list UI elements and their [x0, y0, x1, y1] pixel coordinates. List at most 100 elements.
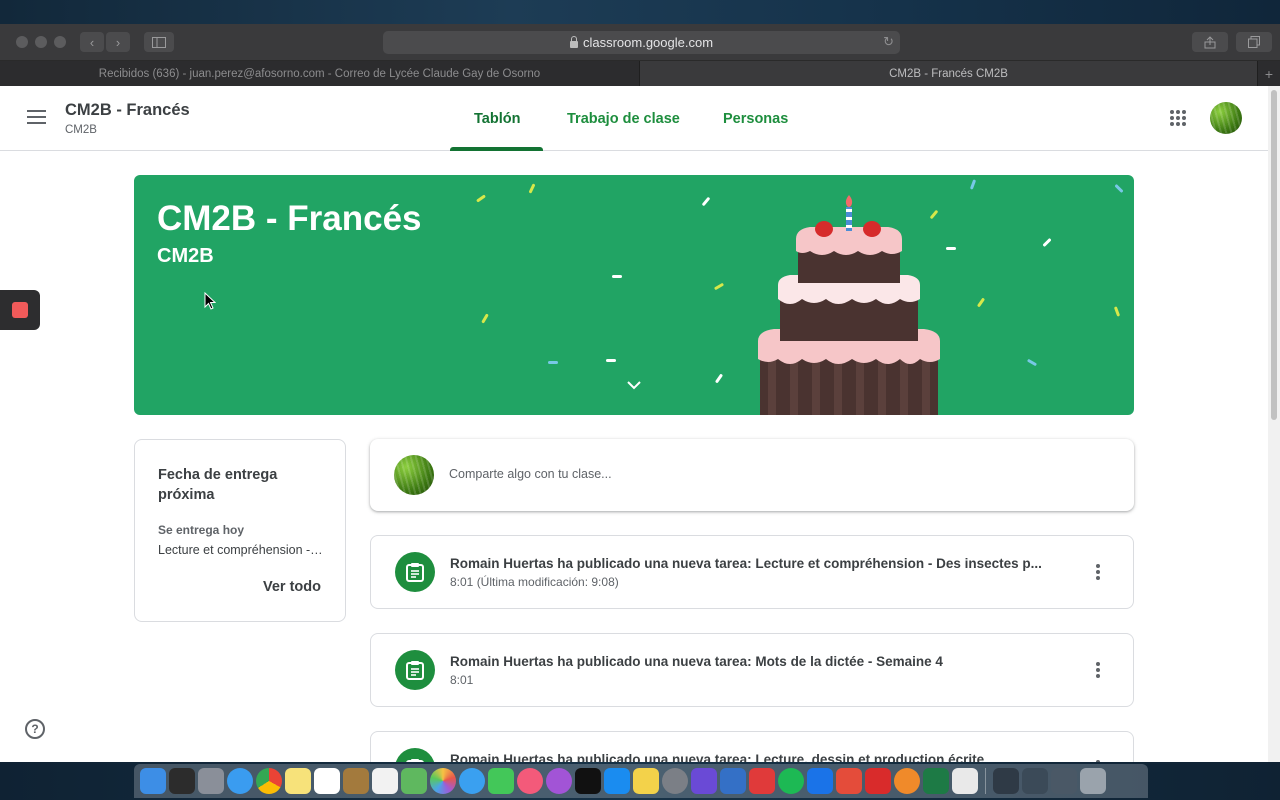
class-section: CM2B	[65, 124, 97, 136]
screenshots-stack-icon[interactable]	[1051, 768, 1077, 794]
firefox-icon[interactable]	[894, 768, 920, 794]
app-store-icon[interactable]	[604, 768, 630, 794]
main-menu-button[interactable]	[27, 110, 46, 124]
address-bar[interactable]: classroom.google.com ↻	[383, 31, 900, 54]
activity-monitor-icon[interactable]	[169, 768, 195, 794]
browser-tab-gmail[interactable]: Recibidos (636) - juan.perez@afosorno.co…	[0, 61, 640, 86]
new-tab-button[interactable]: +	[1258, 61, 1280, 86]
forward-button[interactable]: ›	[106, 32, 130, 52]
class-banner: CM2B - Francés CM2B	[134, 175, 1134, 415]
sidebar-toggle-button[interactable]	[144, 32, 174, 52]
desktop-top	[0, 0, 1280, 24]
confetti	[548, 361, 558, 364]
safari-icon[interactable]	[227, 768, 253, 794]
assignment-icon	[395, 748, 435, 762]
browser-tab-classroom[interactable]: CM2B - Francés CM2B	[640, 61, 1258, 86]
chrome-icon[interactable]	[256, 768, 282, 794]
stream-post[interactable]: Romain Huertas ha publicado una nueva ta…	[370, 633, 1134, 707]
facetime-icon[interactable]	[488, 768, 514, 794]
classroom-app: CM2B - Francés CM2B Tablón Trabajo de cl…	[0, 86, 1268, 762]
confetti	[612, 275, 622, 278]
reload-icon[interactable]: ↻	[883, 34, 894, 50]
confetti	[976, 297, 986, 308]
notebook-icon[interactable]	[343, 768, 369, 794]
browser-titlebar: ‹ › classroom.google.com ↻	[0, 24, 1280, 61]
sidebar-icon	[152, 36, 166, 48]
share-placeholder: Comparte algo con tu clase...	[449, 467, 612, 481]
reminders-icon[interactable]	[372, 768, 398, 794]
maps-icon[interactable]	[401, 768, 427, 794]
help-icon[interactable]: ?	[25, 719, 45, 739]
excel-icon[interactable]	[923, 768, 949, 794]
dock-separator	[985, 768, 986, 794]
post-time: 8:01 (Última modificación: 9:08)	[450, 575, 619, 589]
tab-people[interactable]: Personas	[723, 111, 788, 127]
upcoming-due-label: Se entrega hoy	[158, 523, 245, 537]
finder-icon[interactable]	[140, 768, 166, 794]
menu-icon-bar	[27, 116, 46, 118]
upcoming-card: Fecha de entrega próxima Se entrega hoy …	[134, 439, 346, 622]
spotify-icon[interactable]	[778, 768, 804, 794]
minimize-window-button[interactable]	[35, 36, 47, 48]
system-preferences-icon[interactable]	[662, 768, 688, 794]
confetti	[701, 196, 711, 207]
confetti	[714, 373, 724, 384]
upcoming-assignment-link[interactable]: Lecture et compréhension - Des insectes …	[158, 543, 323, 557]
post-title[interactable]: Romain Huertas ha publicado una nueva ta…	[450, 654, 1070, 669]
apple-tv-icon[interactable]	[575, 768, 601, 794]
confetti	[1026, 358, 1038, 367]
confetti	[713, 282, 725, 291]
stream-post[interactable]: Romain Huertas ha publicado una nueva ta…	[370, 535, 1134, 609]
notes-icon[interactable]	[285, 768, 311, 794]
stop-recording-button[interactable]	[0, 290, 40, 330]
post-title[interactable]: Romain Huertas ha publicado una nueva ta…	[450, 752, 1070, 762]
documents-stack-icon[interactable]	[1022, 768, 1048, 794]
pen-app-icon[interactable]	[691, 768, 717, 794]
music-icon[interactable]	[517, 768, 543, 794]
stream-post[interactable]: Romain Huertas ha publicado una nueva ta…	[370, 731, 1134, 762]
tab-classwork[interactable]: Trabajo de clase	[567, 111, 680, 127]
zoom-window-button[interactable]	[54, 36, 66, 48]
assignment-icon	[395, 552, 435, 592]
calendar-icon[interactable]	[314, 768, 340, 794]
anydesk-icon[interactable]	[836, 768, 862, 794]
back-button[interactable]: ‹	[80, 32, 104, 52]
crossover-icon[interactable]	[749, 768, 775, 794]
birthday-cake-illustration	[758, 195, 940, 415]
user-avatar	[394, 455, 434, 495]
post-time: 8:01	[450, 673, 474, 687]
close-window-button[interactable]	[16, 36, 28, 48]
share-with-class-box[interactable]: Comparte algo con tu clase...	[370, 439, 1134, 511]
confetti	[1114, 183, 1124, 194]
confetti	[1042, 237, 1052, 248]
launchpad-icon[interactable]	[198, 768, 224, 794]
share-button[interactable]	[1192, 32, 1228, 52]
view-all-link[interactable]: Ver todo	[263, 579, 321, 595]
trash-icon[interactable]	[1080, 768, 1106, 794]
banner-title[interactable]: CM2B - Francés	[157, 199, 422, 239]
post-title[interactable]: Romain Huertas ha publicado una nueva ta…	[450, 556, 1070, 571]
scrollbar-thumb[interactable]	[1271, 90, 1277, 420]
teamviewer-icon[interactable]	[807, 768, 833, 794]
google-apps-icon[interactable]	[1170, 110, 1186, 126]
tab-overview-button[interactable]	[1236, 32, 1272, 52]
tab-stream[interactable]: Tablón	[474, 111, 520, 127]
stickies-icon[interactable]	[633, 768, 659, 794]
stop-icon	[12, 302, 28, 318]
account-avatar[interactable]	[1210, 102, 1242, 134]
text-editor-icon[interactable]	[952, 768, 978, 794]
virtualbox-icon[interactable]	[720, 768, 746, 794]
messages-icon[interactable]	[459, 768, 485, 794]
chevron-down-icon[interactable]	[627, 381, 641, 390]
active-tab-indicator	[450, 147, 543, 151]
chevron-left-icon: ‹	[89, 34, 95, 50]
photos-icon[interactable]	[430, 768, 456, 794]
more-options-icon[interactable]	[1096, 564, 1100, 580]
downloads-stack-icon[interactable]	[993, 768, 1019, 794]
acrobat-icon[interactable]	[865, 768, 891, 794]
more-options-icon[interactable]	[1096, 662, 1100, 678]
page-scrollbar[interactable]	[1268, 86, 1280, 762]
confetti	[1113, 306, 1121, 317]
podcasts-icon[interactable]	[546, 768, 572, 794]
class-title[interactable]: CM2B - Francés	[65, 101, 190, 120]
